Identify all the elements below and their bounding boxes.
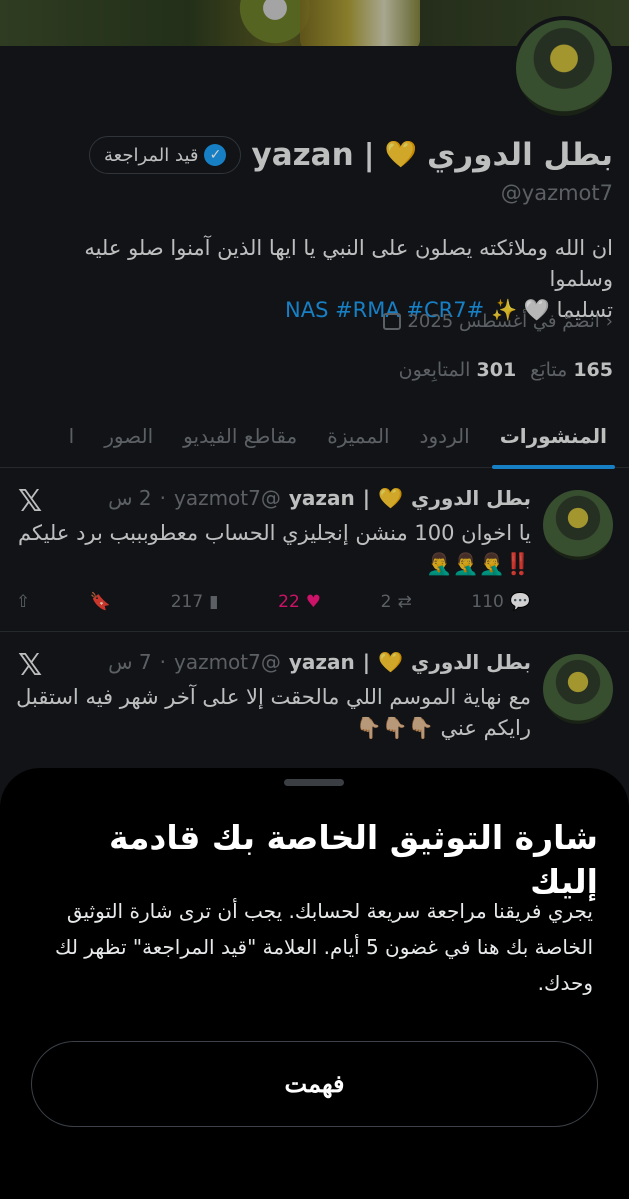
followers-count: 301 (476, 359, 517, 381)
display-name: بطل الدوري (427, 137, 613, 173)
bio-line: ان الله وملائكته يصلون على النبي يا ايها… (84, 236, 613, 291)
tweet-actions: 💬 110 ⇄ 2 ♥ 22 ▮ 217 🔖 ⇧ (16, 592, 531, 612)
tweet[interactable]: بطل الدوري 💛 | yazan @yazmot7 · 2 س 𝕏 يا… (0, 470, 629, 632)
tab-highlights[interactable]: المميزة (327, 404, 389, 468)
tweet-author-latin: yazan (288, 486, 355, 510)
following-count: 165 (573, 359, 613, 381)
in-review-badge[interactable]: ✓ قيد المراجعة (88, 136, 242, 174)
tab-photos[interactable]: الصور (104, 404, 153, 468)
verification-bottom-sheet: شارة التوثيق الخاصة بك قادمة إليك يجري ف… (0, 768, 629, 1199)
share-button[interactable]: ⇧ (16, 592, 30, 612)
followers-label: المتابِعون (398, 359, 471, 381)
profile-tabs: المنشورات الردود المميزة مقاطع الفيديو ا… (0, 404, 629, 469)
followers-stat[interactable]: 301 المتابِعون (399, 359, 517, 381)
tweet[interactable]: بطل الدوري 💛 | yazan @yazmot7 · 7 س 𝕏 مع… (0, 634, 629, 774)
verified-check-icon: ✓ (204, 144, 227, 166)
tweet-author-name: بطل الدوري (411, 486, 531, 510)
tweet-header: بطل الدوري 💛 | yazan @yazmot7 · 7 س (108, 650, 531, 674)
views-count: 217 (170, 592, 204, 612)
name-separator: | (362, 486, 371, 510)
bookmark-icon: 🔖 (89, 592, 112, 612)
heart-icon: ♥ (305, 592, 322, 612)
chevron-left-icon: ‹ (605, 311, 613, 332)
retweet-count: 2 (380, 592, 392, 612)
tweet-header: بطل الدوري 💛 | yazan @yazmot7 · 2 س (108, 486, 531, 510)
review-badge-label: قيد المراجعة (103, 144, 199, 166)
reply-icon: 💬 (509, 592, 531, 612)
bookmark-button[interactable]: 🔖 (90, 592, 111, 612)
sheet-grabber[interactable] (284, 779, 344, 786)
x-logo-icon: 𝕏 (18, 484, 43, 519)
x-logo-icon: 𝕏 (18, 648, 43, 683)
share-icon: ⇧ (16, 592, 31, 612)
tweet-author-name: بطل الدوري (411, 650, 531, 674)
reply-button[interactable]: 💬 110 (471, 592, 531, 612)
heart-emoji: 💛 (378, 486, 403, 510)
got-it-button[interactable]: فهمت (31, 1041, 598, 1127)
tab-replies[interactable]: الردود (420, 404, 470, 468)
retweet-button[interactable]: ⇄ 2 (381, 592, 412, 612)
joined-text: انضمّ في أغسطس 2025 (407, 311, 600, 332)
tab-videos[interactable]: مقاطع الفيديو (183, 404, 297, 468)
heart-emoji: 💛 (378, 650, 403, 674)
tweet-time: 7 س (108, 650, 152, 674)
profile-name-row: بطل الدوري 💛 | yazan ✓ قيد المراجعة (88, 133, 613, 177)
tweet-text: مع نهاية الموسم اللي مالحقت إلا على آخر … (16, 685, 531, 740)
sheet-title: شارة التوثيق الخاصة بك قادمة إليك (108, 818, 598, 901)
profile-avatar[interactable] (512, 16, 616, 120)
display-name-latin: yazan (251, 137, 354, 173)
like-count: 22 (278, 592, 300, 612)
reply-count: 110 (471, 592, 504, 612)
retweet-icon: ⇄ (397, 592, 412, 612)
calendar-icon (383, 313, 402, 330)
following-stat[interactable]: 165 متابَع (530, 359, 613, 381)
views-button[interactable]: ▮ 217 (171, 592, 219, 612)
tweet-avatar[interactable] (543, 654, 613, 724)
like-button[interactable]: ♥ 22 (278, 592, 321, 612)
tweet-time: 2 س (108, 486, 152, 510)
tweet-dot: · (159, 486, 166, 510)
views-icon: ▮ (209, 592, 219, 612)
tab-likes[interactable]: ا (69, 404, 75, 468)
tweet-text: يا اخوان 100 منشن إنجليزي الحساب معطوببب… (18, 521, 531, 576)
tweet-handle: @yazmot7 (173, 650, 281, 674)
tweet-author-latin: yazan (288, 650, 355, 674)
tweet-avatar[interactable] (543, 490, 613, 560)
tab-posts[interactable]: المنشورات (491, 404, 616, 469)
tweet-dot: · (159, 650, 166, 674)
heart-emoji: 💛 (384, 140, 417, 170)
sheet-body: يجري فريقنا مراجعة سريعة لحسابك. يجب أن … (54, 899, 593, 995)
following-label: متابَع (530, 359, 568, 381)
banner-figure (300, 0, 420, 46)
name-separator: | (363, 137, 375, 173)
profile-stats: 165 متابَع 301 المتابِعون (399, 359, 613, 381)
name-separator: | (362, 650, 371, 674)
joined-date: ‹ انضمّ في أغسطس 2025 (383, 311, 613, 332)
tweet-handle: @yazmot7 (173, 486, 281, 510)
profile-handle: @yazmot7 (500, 181, 613, 205)
